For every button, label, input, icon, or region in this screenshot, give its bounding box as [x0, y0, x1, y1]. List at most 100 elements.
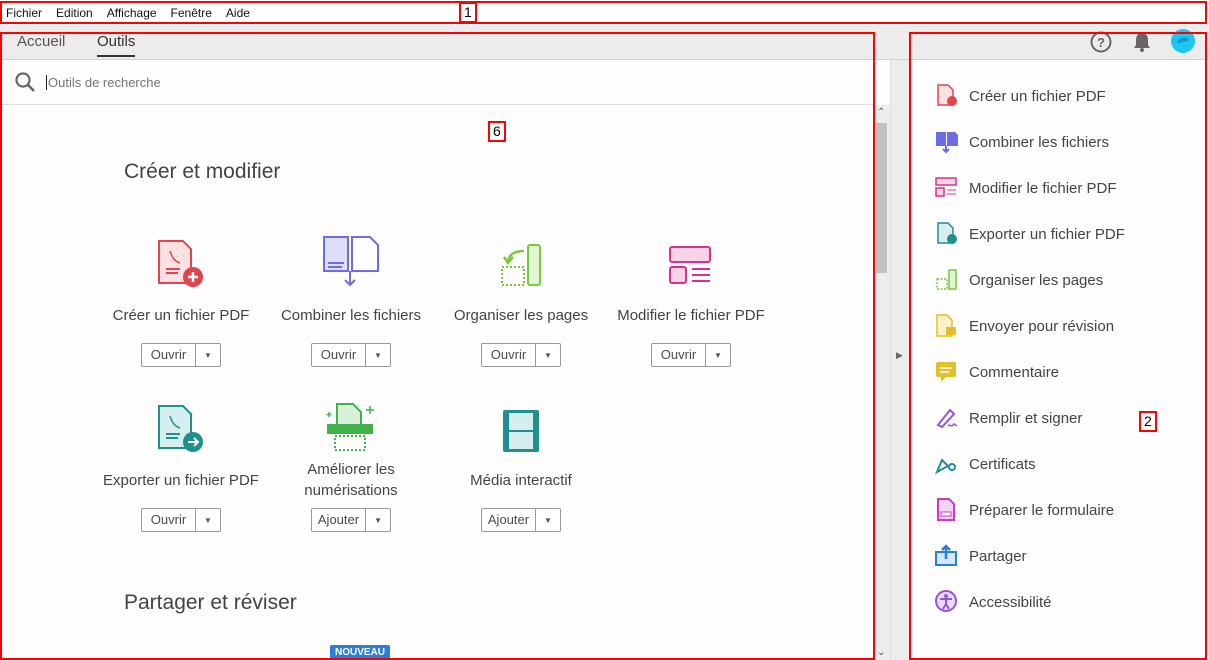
- chevron-down-icon[interactable]: ▼: [536, 344, 560, 366]
- right-panel-item-certificates[interactable]: Certificats: [910, 441, 1209, 487]
- open-button-label[interactable]: Ouvrir: [482, 344, 536, 366]
- help-icon[interactable]: ?: [1090, 31, 1112, 53]
- annotation-label: 2: [1139, 411, 1157, 432]
- edit-pdf-icon: [669, 246, 711, 284]
- tab-outils[interactable]: Outils: [97, 33, 136, 57]
- add-button-label[interactable]: Ajouter: [482, 509, 537, 531]
- right-panel-item-edit-pdf[interactable]: Modifier le fichier PDF: [910, 165, 1209, 211]
- edit-pdf-icon: [935, 177, 957, 197]
- section-title: Partager et réviser: [124, 591, 297, 614]
- right-panel-item-combine-files[interactable]: Combiner les fichiers: [910, 119, 1209, 165]
- scroll-down-icon[interactable]: ⌄: [877, 647, 885, 658]
- open-button-label[interactable]: Ouvrir: [312, 344, 366, 366]
- right-panel-item-accessibility[interactable]: Accessibilité: [910, 579, 1209, 625]
- add-button[interactable]: Ajouter ▼: [480, 508, 562, 532]
- rich-media-icon: [503, 410, 539, 452]
- open-button[interactable]: Ouvrir ▼: [141, 508, 221, 532]
- export-pdf-icon: [937, 222, 957, 244]
- tool-rich-media[interactable]: Média interactif Ajouter ▼: [436, 398, 606, 532]
- right-panel-item-label: Certificats: [969, 455, 1036, 473]
- right-panel-item-label: Organiser les pages: [969, 271, 1104, 289]
- right-panel-item-share[interactable]: Partager: [910, 533, 1209, 579]
- tools-main: Créer et modifier Créer un fichier PDF O…: [0, 105, 873, 660]
- scrollbar-thumb[interactable]: [876, 123, 887, 273]
- menu-aide[interactable]: Aide: [226, 6, 250, 20]
- tool-combine-files[interactable]: Combiner les fichiers Ouvrir ▼: [266, 233, 436, 367]
- search-bar: [0, 60, 873, 105]
- tool-label: Organiser les pages: [453, 306, 589, 324]
- bell-icon[interactable]: [1132, 31, 1152, 53]
- panel-collapse-strip: ▶: [890, 60, 910, 660]
- scrollbar[interactable]: ⌃ ⌄: [873, 105, 890, 660]
- chevron-down-icon[interactable]: ▼: [536, 509, 560, 531]
- tool-create-pdf[interactable]: Créer un fichier PDF Ouvrir ▼: [96, 233, 266, 367]
- avatar[interactable]: [1171, 29, 1195, 53]
- menu-fenetre[interactable]: Fenêtre: [171, 6, 212, 20]
- right-panel-item-comment[interactable]: Commentaire: [910, 349, 1209, 395]
- add-button-label[interactable]: Ajouter: [312, 509, 367, 531]
- create-pdf-icon: [158, 240, 203, 287]
- open-button[interactable]: Ouvrir ▼: [141, 343, 221, 367]
- tool-enhance-scans[interactable]: Améliorer les numérisations Ajouter ▼: [266, 398, 436, 532]
- right-panel-item-label: Envoyer pour révision: [969, 317, 1115, 335]
- right-panel-item-label: Combiner les fichiers: [969, 133, 1110, 151]
- tool-label: Exporter un fichier PDF: [103, 471, 259, 489]
- open-button[interactable]: Ouvrir ▼: [651, 343, 731, 367]
- chevron-down-icon[interactable]: ▼: [706, 344, 730, 366]
- enhance-scans-icon: [326, 403, 374, 451]
- scroll-up-icon[interactable]: ⌃: [877, 107, 885, 118]
- right-panel-item-prepare-form[interactable]: Préparer le formulaire: [910, 487, 1209, 533]
- open-button-label[interactable]: Ouvrir: [652, 344, 706, 366]
- tab-accueil[interactable]: Accueil: [17, 33, 65, 50]
- right-panel-item-organize-pages[interactable]: Organiser les pages: [910, 257, 1209, 303]
- new-badge: NOUVEAU: [330, 645, 391, 660]
- right-panel-item-label: Préparer le formulaire: [969, 501, 1115, 519]
- right-panel-item-label: Remplir et signer: [969, 409, 1083, 427]
- tool-organize-pages[interactable]: Organiser les pages Ouvrir ▼: [436, 233, 606, 367]
- tool-label: Modifier le fichier PDF: [617, 306, 765, 324]
- organize-pages-icon: [501, 244, 541, 286]
- tool-label: Combiner les fichiers: [280, 306, 422, 324]
- chevron-down-icon[interactable]: ▼: [196, 344, 220, 366]
- chevron-down-icon[interactable]: ▼: [366, 509, 390, 531]
- menu-fichier[interactable]: Fichier: [6, 6, 42, 20]
- fill-sign-icon: [936, 408, 958, 429]
- accessibility-icon: [935, 590, 957, 612]
- chevron-down-icon[interactable]: ▼: [196, 509, 220, 531]
- create-pdf-icon: [937, 84, 957, 106]
- right-panel-item-fill-sign[interactable]: Remplir et signer: [910, 395, 1209, 441]
- tab-bar: Accueil Outils ?: [0, 25, 1209, 60]
- organize-pages-icon: [936, 269, 957, 290]
- certificates-icon: [935, 458, 956, 475]
- right-panel-item-send-for-review[interactable]: Envoyer pour révision: [910, 303, 1209, 349]
- menu-bar: Fichier Edition Affichage Fenêtre Aide: [0, 0, 1209, 25]
- menu-affichage[interactable]: Affichage: [107, 6, 157, 20]
- prepare-form-icon: [937, 498, 955, 521]
- combine-files-icon: [323, 236, 379, 287]
- right-panel-item-label: Partager: [969, 547, 1027, 565]
- open-button[interactable]: Ouvrir ▼: [481, 343, 561, 367]
- add-button[interactable]: Ajouter ▼: [310, 508, 392, 532]
- right-panel-item-create-pdf[interactable]: Créer un fichier PDF: [910, 73, 1209, 119]
- right-panel-item-export-pdf[interactable]: Exporter un fichier PDF: [910, 211, 1209, 257]
- right-panel-item-label: Modifier le fichier PDF: [969, 179, 1117, 197]
- tool-label: Améliorer les numérisations: [304, 461, 398, 499]
- open-button-label[interactable]: Ouvrir: [142, 344, 196, 366]
- right-panel-item-label: Commentaire: [969, 363, 1060, 381]
- tool-export-pdf[interactable]: Exporter un fichier PDF Ouvrir ▼: [96, 398, 266, 532]
- search-icon: [15, 72, 35, 92]
- share-icon: [935, 544, 957, 566]
- menu-edition[interactable]: Edition: [56, 6, 93, 20]
- search-input[interactable]: [46, 74, 446, 90]
- combine-files-icon: [936, 132, 958, 154]
- send-for-review-icon: [936, 314, 956, 337]
- tool-edit-pdf[interactable]: Modifier le fichier PDF Ouvrir ▼: [606, 233, 776, 367]
- open-button[interactable]: Ouvrir ▼: [311, 343, 391, 367]
- chevron-down-icon[interactable]: ▼: [366, 344, 390, 366]
- right-panel-item-label: Créer un fichier PDF: [969, 87, 1106, 105]
- right-tools-panel: Créer un fichier PDF Combiner les fichier…: [910, 60, 1209, 660]
- annotation-label: 1: [459, 2, 477, 23]
- expand-panel-icon[interactable]: ▶: [896, 350, 903, 361]
- open-button-label[interactable]: Ouvrir: [142, 509, 196, 531]
- comment-icon: [936, 362, 956, 382]
